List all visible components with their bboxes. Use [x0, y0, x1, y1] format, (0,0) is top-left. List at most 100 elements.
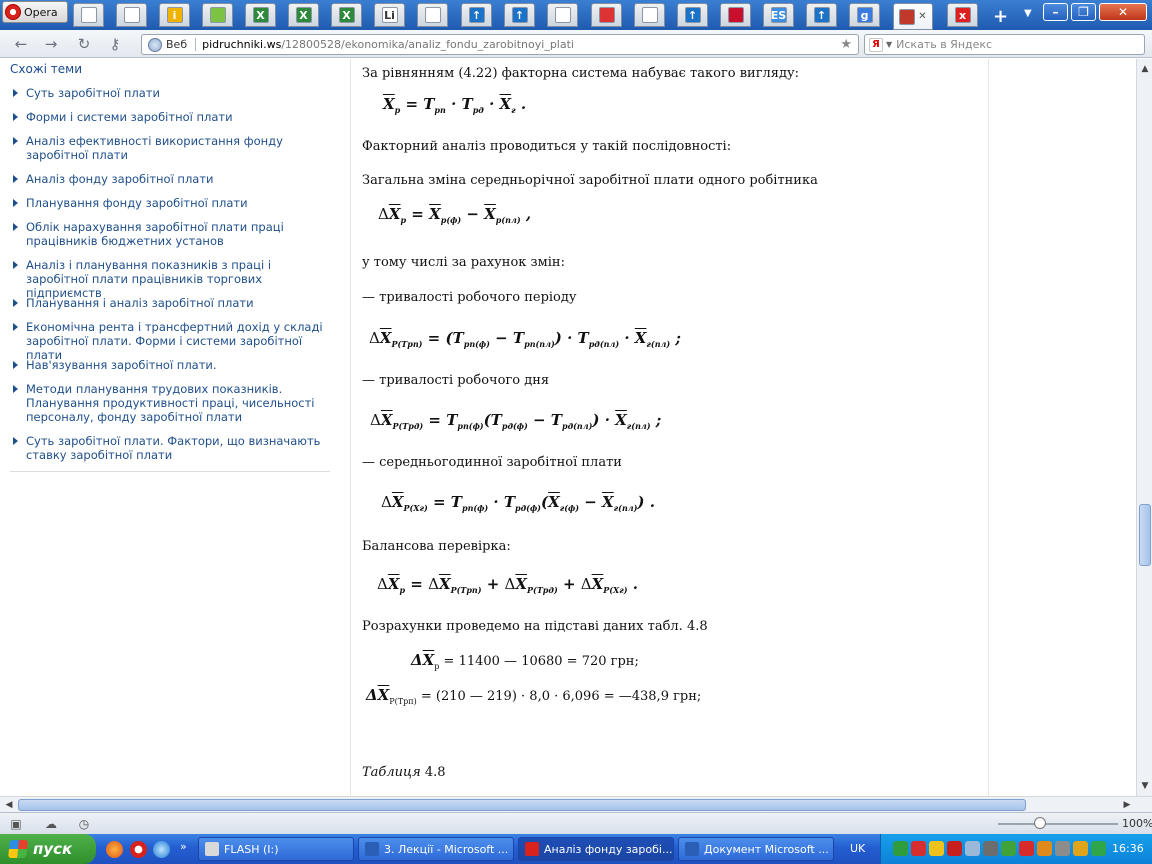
tray-update-icon[interactable]: [1001, 841, 1016, 856]
opera-menu-label: Opera: [24, 5, 58, 19]
related-topic-link[interactable]: Аналіз і планування показників з праці і…: [13, 258, 331, 300]
related-topic-link[interactable]: Аналіз ефективності використання фонду з…: [13, 134, 331, 162]
page-icon: [80, 7, 97, 23]
tab-close-icon[interactable]: ✕: [918, 11, 926, 22]
tab-list-chevron-down-icon[interactable]: ▼: [1024, 8, 1032, 19]
related-topic-link[interactable]: Аналіз фонду заробітної плати: [13, 172, 331, 186]
browser-tab[interactable]: ES: [763, 3, 794, 27]
reload-icon[interactable]: ↻: [75, 35, 93, 53]
paragraph-sequence: Факторний аналіз проводиться у такій пос…: [362, 139, 732, 154]
scroll-left-arrow-icon[interactable]: ◀: [1, 797, 17, 813]
window-close-button[interactable]: ✕: [1099, 3, 1147, 21]
paragraph-balance-check: Балансова перевірка:: [362, 539, 511, 554]
speed-dial-icon[interactable]: ◷: [76, 816, 92, 832]
cloud-icon[interactable]: ☁: [43, 816, 59, 832]
browser-tab[interactable]: [634, 3, 665, 27]
scroll-down-arrow-icon[interactable]: ▼: [1138, 778, 1152, 794]
browser-tab[interactable]: X: [245, 3, 276, 27]
related-topic-link[interactable]: Планування і аналіз заробітної плати: [13, 296, 331, 310]
vertical-scrollbar[interactable]: ▲ ▼: [1136, 59, 1152, 796]
tray-folder-icon[interactable]: [1073, 841, 1088, 856]
scroll-right-arrow-icon[interactable]: ▶: [1119, 797, 1135, 813]
browser-tab[interactable]: [417, 3, 448, 27]
tray-check-icon[interactable]: [1091, 841, 1106, 856]
browser-tab[interactable]: x: [947, 3, 978, 27]
related-topic-link[interactable]: Економічна рента і трансфертний дохід у …: [13, 320, 331, 362]
upload-arrow-icon: ↑: [468, 7, 485, 23]
panel-toggle-icon[interactable]: ▣: [8, 816, 24, 832]
window-minimize-button[interactable]: –: [1043, 3, 1068, 21]
related-topic-link[interactable]: Суть заробітної плати. Фактори, що визна…: [13, 434, 331, 462]
forward-arrow-icon[interactable]: →: [42, 35, 60, 53]
browser-tab[interactable]: ↑: [677, 3, 708, 27]
browser-tab[interactable]: X: [288, 3, 319, 27]
search-input[interactable]: Я ▼ Искать в Яндекс: [864, 34, 1145, 55]
quick-launch-expand-icon[interactable]: »: [180, 840, 187, 853]
start-button[interactable]: пуск: [0, 834, 96, 864]
browser-tab[interactable]: g: [849, 3, 880, 27]
bookmark-star-icon[interactable]: ★: [840, 37, 852, 52]
browser-tab[interactable]: [720, 3, 751, 27]
search-engine-chevron-down-icon[interactable]: ▼: [886, 40, 892, 49]
tray-network-icon[interactable]: [965, 841, 980, 856]
tray-acrobat-icon[interactable]: [947, 841, 962, 856]
browser-tab[interactable]: X: [331, 3, 362, 27]
firefox-icon[interactable]: [106, 841, 123, 858]
page-icon: [424, 7, 441, 23]
related-topic-link[interactable]: Методи планування трудових показників. П…: [13, 382, 331, 424]
browser-tab[interactable]: ↑: [504, 3, 535, 27]
horizontal-scrollbar[interactable]: ◀ ▶: [0, 796, 1152, 812]
taskbar-window-button[interactable]: Аналіз фонду заробі...: [518, 837, 674, 861]
browser-tab[interactable]: ↑: [461, 3, 492, 27]
related-topic-link[interactable]: Облік нарахування заробітної плати праці…: [13, 220, 331, 248]
tray-volume-icon[interactable]: [1055, 841, 1070, 856]
paragraph-changes: у тому числі за рахунок змін:: [362, 255, 565, 270]
browser-tab[interactable]: [116, 3, 147, 27]
address-field[interactable]: Веб pidruchniki.ws/12800528/ekonomika/an…: [141, 34, 859, 55]
opera-menu-button[interactable]: Opera: [2, 1, 68, 23]
related-topic-link[interactable]: Планування фонду заробітної плати: [13, 196, 331, 210]
browser-tab[interactable]: [73, 3, 104, 27]
browser-tab[interactable]: i: [159, 3, 190, 27]
new-tab-plus-icon[interactable]: +: [993, 6, 1008, 27]
horizontal-scroll-thumb[interactable]: [18, 799, 1026, 811]
vertical-scroll-thumb[interactable]: [1139, 504, 1151, 566]
scroll-up-arrow-icon[interactable]: ▲: [1138, 61, 1152, 77]
formula-working-period: ΔXP(Tpп) = (Tpп(ф) − Tpп(пл)) · Tpд(пл) …: [369, 329, 681, 349]
back-arrow-icon[interactable]: ←: [12, 35, 30, 53]
tray-antivirus-icon[interactable]: [911, 841, 926, 856]
bullet-arrow-icon: [13, 299, 18, 307]
browser-tab[interactable]: ↑: [806, 3, 837, 27]
tray-security-icon[interactable]: [929, 841, 944, 856]
internet-explorer-icon[interactable]: [153, 841, 170, 858]
taskbar-window-label: 3. Лекції - Microsoft ...: [384, 842, 509, 856]
browser-tab[interactable]: [591, 3, 622, 27]
red-chart-icon: [727, 7, 744, 23]
zoom-slider[interactable]: [998, 823, 1118, 825]
taskbar-window-button[interactable]: 3. Лекції - Microsoft ...: [358, 837, 514, 861]
zoom-slider-handle[interactable]: [1034, 817, 1046, 829]
window-maximize-button[interactable]: ❐: [1071, 3, 1096, 21]
taskbar-window-button[interactable]: FLASH (I:): [198, 837, 354, 861]
related-topic-link[interactable]: Форми і системи заробітної плати: [13, 110, 331, 124]
tray-flash-icon[interactable]: [1037, 841, 1052, 856]
tray-device-icon[interactable]: [983, 841, 998, 856]
browser-tab[interactable]: ✕: [893, 3, 933, 30]
related-topic-link[interactable]: Нав'язування заробітної плати.: [13, 358, 331, 372]
formula-working-day: ΔXP(Tpд) = Tpп(ф)(Tpд(ф) − Tpд(пл)) · Xг…: [370, 411, 662, 431]
language-indicator[interactable]: UK: [850, 842, 865, 855]
related-topics-title: Схожі теми: [10, 62, 83, 76]
browser-tab-bar: Opera i X X X Li ↑ ↑ ↑ ES ↑ g ✕ x + ▼ – ❐ ✕: [0, 0, 1152, 30]
key-icon[interactable]: ⚷: [106, 35, 124, 53]
tray-shield-icon[interactable]: [893, 841, 908, 856]
books-icon: [899, 8, 916, 25]
browser-tab[interactable]: [202, 3, 233, 27]
taskbar-window-button[interactable]: Документ Microsoft ...: [678, 837, 834, 861]
window-app-icon: [685, 842, 699, 856]
browser-tab[interactable]: [547, 3, 578, 27]
related-topic-link[interactable]: Суть заробітної плати: [13, 86, 331, 100]
paragraph-working-period: — тривалості робочого періоду: [362, 290, 577, 305]
opera-launcher-icon[interactable]: [130, 841, 147, 858]
tray-app-icon[interactable]: [1019, 841, 1034, 856]
browser-tab[interactable]: Li: [374, 3, 405, 27]
